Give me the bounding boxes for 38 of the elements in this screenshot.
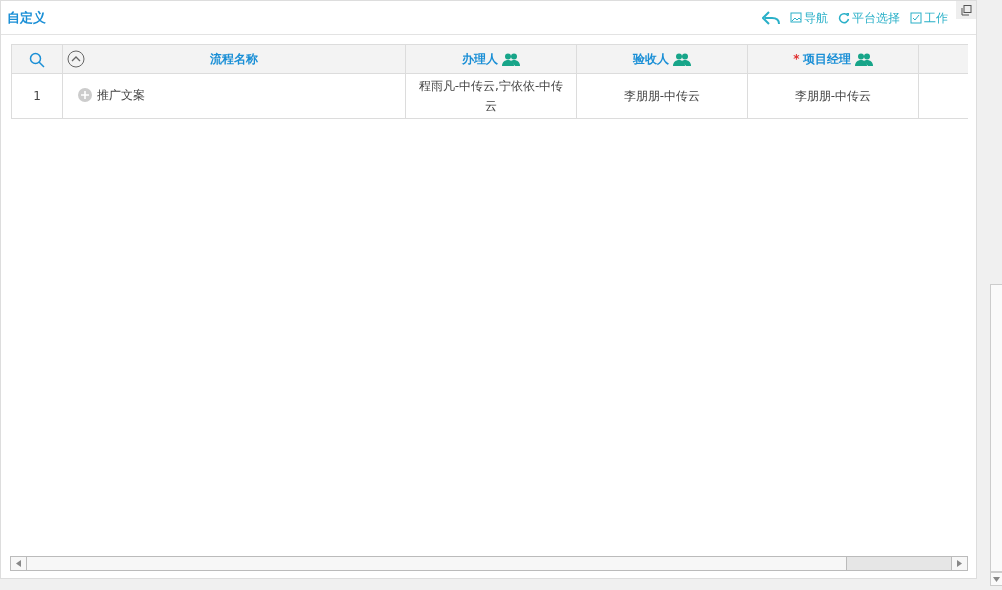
column-header: 验收人	[633, 51, 669, 68]
row-number: 1	[11, 73, 63, 119]
people-icon	[502, 52, 520, 66]
search-icon	[29, 51, 45, 68]
scroll-down-button[interactable]	[990, 572, 1002, 586]
toolbar-button[interactable]: 导航	[790, 8, 828, 27]
panel-title: 自定义	[7, 8, 46, 27]
table-cell: 程雨凡-中传云,宁依依-中传云	[405, 73, 577, 119]
left-arrow-icon	[16, 560, 21, 567]
restore-button[interactable]	[956, 1, 976, 19]
search-button[interactable]	[29, 50, 45, 68]
image-icon	[790, 11, 802, 24]
expand-icon[interactable]	[78, 87, 92, 102]
people-icon	[673, 52, 691, 66]
column-header: 项目经理	[802, 51, 851, 68]
checkbox-icon	[910, 11, 922, 24]
table-cell-text: 推广文案	[97, 86, 145, 104]
table-cell: 李朋朋-中传云	[576, 73, 748, 119]
down-arrow-icon	[993, 576, 1000, 582]
scrollbar-thumb[interactable]	[990, 284, 1002, 572]
collapse-button[interactable]	[67, 50, 85, 68]
chevron-up-icon	[67, 50, 85, 68]
restore-icon	[960, 4, 972, 16]
back-icon	[762, 10, 780, 25]
right-arrow-icon	[957, 560, 962, 567]
toolbar-button[interactable]: 工作	[910, 8, 948, 27]
table-cell: 李朋朋-中传云	[747, 73, 919, 119]
horizontal-scrollbar[interactable]	[10, 556, 968, 571]
scroll-left-button[interactable]	[11, 557, 27, 570]
scroll-right-button[interactable]	[951, 557, 967, 570]
scrollbar-thumb[interactable]	[27, 557, 847, 570]
column-header: 办理人	[462, 51, 498, 68]
back-button[interactable]	[762, 10, 780, 25]
required-mark: *	[793, 51, 800, 68]
toolbar-button[interactable]: 平台选择	[838, 8, 900, 27]
column-header: 流程名称	[210, 51, 258, 68]
people-icon	[854, 52, 873, 66]
refresh-icon	[838, 11, 850, 24]
